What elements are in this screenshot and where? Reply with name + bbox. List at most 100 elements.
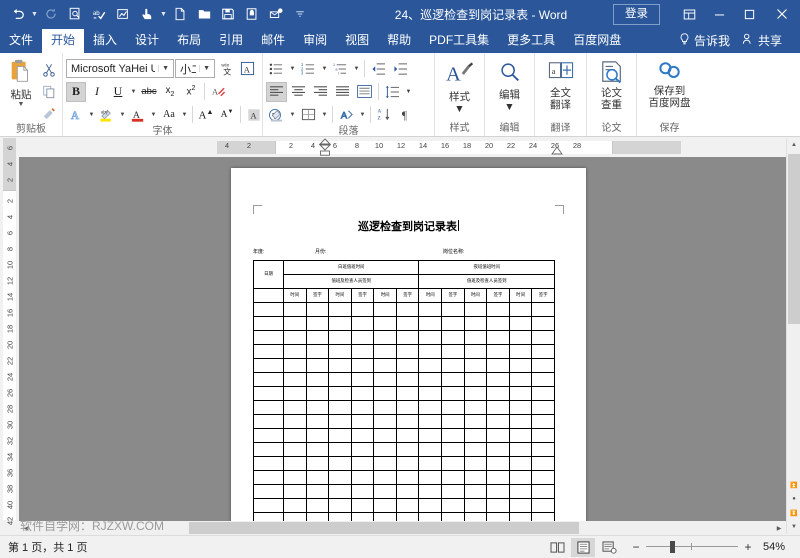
font-size-dropdown-icon[interactable]: ▼: [199, 65, 212, 72]
table-cell[interactable]: [350, 386, 375, 401]
table-cell[interactable]: [373, 456, 397, 471]
bullets-button[interactable]: [266, 59, 287, 79]
table-cell[interactable]: [418, 400, 443, 415]
table-cell[interactable]: [253, 372, 284, 387]
line-spacing-button[interactable]: [382, 82, 403, 102]
new-doc-icon[interactable]: [168, 3, 192, 25]
clear-formatting-button[interactable]: A: [208, 82, 228, 102]
table-cell[interactable]: [305, 498, 330, 513]
table-cell[interactable]: [441, 302, 465, 317]
table-cell[interactable]: [373, 302, 397, 317]
decrease-indent-button[interactable]: [368, 59, 389, 79]
table-row[interactable]: [253, 428, 555, 443]
tell-me-button[interactable]: 告诉我: [671, 28, 738, 53]
full-text-translate-button[interactable]: a 全文 翻译: [538, 57, 583, 111]
table-cell[interactable]: [395, 386, 420, 401]
table-cell[interactable]: [395, 400, 420, 415]
table-cell[interactable]: [463, 330, 488, 345]
table-cell[interactable]: [395, 442, 420, 457]
right-indent-marker[interactable]: [551, 146, 563, 155]
table-cell[interactable]: [531, 414, 555, 429]
table-cell[interactable]: [283, 428, 307, 443]
table-row[interactable]: [253, 456, 555, 471]
customize-quick-access-icon[interactable]: [288, 3, 312, 25]
table-cell[interactable]: [508, 498, 533, 513]
table-cell[interactable]: [253, 498, 284, 513]
table-cell[interactable]: [328, 414, 352, 429]
table-cell[interactable]: [508, 372, 533, 387]
table-cell[interactable]: [373, 358, 397, 373]
table-cell[interactable]: [486, 470, 510, 485]
table-cell[interactable]: [486, 428, 510, 443]
table-cell[interactable]: [463, 344, 488, 359]
change-case-button[interactable]: Aa: [159, 105, 179, 125]
table-cell[interactable]: [395, 428, 420, 443]
table-cell[interactable]: [350, 470, 375, 485]
undo-icon[interactable]: [6, 3, 30, 25]
shrink-font-button[interactable]: A▼: [217, 105, 237, 125]
tab-pdf-tools[interactable]: PDF工具集: [420, 29, 498, 53]
table-cell[interactable]: [508, 330, 533, 345]
table-cell[interactable]: [486, 344, 510, 359]
tab-layout[interactable]: 布局: [168, 29, 210, 53]
web-layout-icon[interactable]: [597, 538, 621, 557]
table-cell[interactable]: [328, 372, 352, 387]
character-shading-button[interactable]: A: [244, 105, 264, 125]
table-cell[interactable]: [508, 302, 533, 317]
table-cell[interactable]: [418, 302, 443, 317]
table-row[interactable]: [253, 386, 555, 401]
table-cell[interactable]: [418, 358, 443, 373]
table-cell[interactable]: [328, 498, 352, 513]
table-cell[interactable]: [463, 470, 488, 485]
show-formatting-marks-button[interactable]: ¶: [396, 105, 417, 125]
table-cell[interactable]: [486, 358, 510, 373]
table-row[interactable]: [253, 316, 555, 331]
table-cell[interactable]: [418, 442, 443, 457]
table-cell[interactable]: [508, 442, 533, 457]
page-count-status[interactable]: 第 1 页，共 1 页: [0, 539, 87, 555]
redo-icon[interactable]: [39, 3, 63, 25]
open-folder-icon[interactable]: [192, 3, 216, 25]
table-cell[interactable]: [486, 484, 510, 499]
table-cell[interactable]: [418, 330, 443, 345]
table-cell[interactable]: [253, 442, 284, 457]
table-row[interactable]: [253, 484, 555, 499]
table-row[interactable]: [253, 302, 555, 317]
table-cell[interactable]: [463, 302, 488, 317]
table-cell[interactable]: [350, 358, 375, 373]
table-cell[interactable]: [418, 344, 443, 359]
bullets-dropdown-icon[interactable]: ▼: [288, 66, 297, 72]
table-cell[interactable]: [395, 344, 420, 359]
minimize-button[interactable]: [704, 0, 734, 28]
table-cell[interactable]: [283, 470, 307, 485]
table-cell[interactable]: [531, 470, 555, 485]
table-cell[interactable]: [418, 484, 443, 499]
table-cell[interactable]: [305, 302, 330, 317]
table-cell[interactable]: [283, 372, 307, 387]
change-case-dropdown-icon[interactable]: ▼: [180, 112, 189, 118]
table-cell[interactable]: [253, 302, 284, 317]
superscript-button[interactable]: x2: [181, 82, 201, 102]
zoom-percentage-label[interactable]: 54%: [763, 541, 791, 553]
table-cell[interactable]: [441, 316, 465, 331]
table-cell[interactable]: [441, 414, 465, 429]
table-cell[interactable]: [531, 456, 555, 471]
table-cell[interactable]: [328, 302, 352, 317]
table-cell[interactable]: [350, 316, 375, 331]
table-cell[interactable]: [486, 372, 510, 387]
table-cell[interactable]: [283, 414, 307, 429]
borders-button[interactable]: [298, 105, 319, 125]
table-cell[interactable]: [441, 330, 465, 345]
chart-edit-icon[interactable]: [111, 3, 135, 25]
italic-button[interactable]: I: [87, 82, 107, 102]
table-cell[interactable]: [418, 414, 443, 429]
phonetic-guide-button[interactable]: wén 文: [216, 59, 236, 79]
table-cell[interactable]: [486, 442, 510, 457]
table-cell[interactable]: [253, 386, 284, 401]
table-cell[interactable]: [350, 400, 375, 415]
table-cell[interactable]: [373, 386, 397, 401]
table-cell[interactable]: [441, 470, 465, 485]
table-cell[interactable]: [531, 498, 555, 513]
tab-baidu-netdisk[interactable]: 百度网盘: [564, 29, 630, 53]
numbering-dropdown-icon[interactable]: ▼: [320, 66, 329, 72]
